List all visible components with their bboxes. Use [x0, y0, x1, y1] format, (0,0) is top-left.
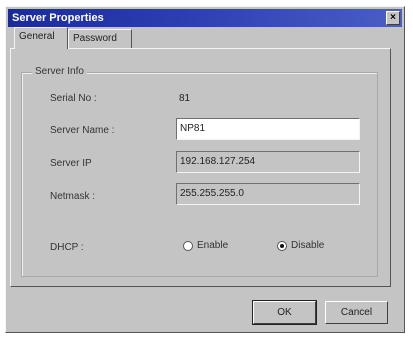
server-info-group-label: Server Info [32, 66, 87, 77]
dhcp-disable-label: Disable [291, 240, 325, 251]
server-name-label: Server Name : [50, 125, 115, 136]
title-bar[interactable]: Server Properties × [8, 9, 402, 27]
serial-no-label: Serial No : [50, 93, 97, 104]
tab-password[interactable]: Password [68, 29, 132, 48]
tab-general-label: General [19, 31, 55, 42]
dhcp-disable-radio[interactable] [277, 241, 287, 251]
dhcp-enable-radio[interactable] [183, 241, 193, 251]
dhcp-enable-label: Enable [197, 240, 229, 251]
netmask-label: Netmask : [50, 191, 96, 202]
tab-general[interactable]: General [14, 27, 68, 49]
ok-button[interactable]: OK [252, 300, 317, 325]
tab-password-label: Password [73, 33, 117, 44]
close-button[interactable]: × [386, 11, 400, 25]
netmask-field: 255.255.255.0 [176, 183, 360, 205]
window-title: Server Properties [12, 12, 104, 24]
server-ip-field: 192.168.127.254 [176, 151, 360, 173]
close-icon: × [390, 12, 396, 23]
server-ip-label: Server IP [50, 158, 92, 169]
dhcp-label: DHCP : [50, 242, 84, 253]
serial-no-value: 81 [179, 93, 191, 104]
cancel-button[interactable]: Cancel [325, 301, 388, 324]
server-name-input[interactable]: NP81 [176, 118, 360, 140]
